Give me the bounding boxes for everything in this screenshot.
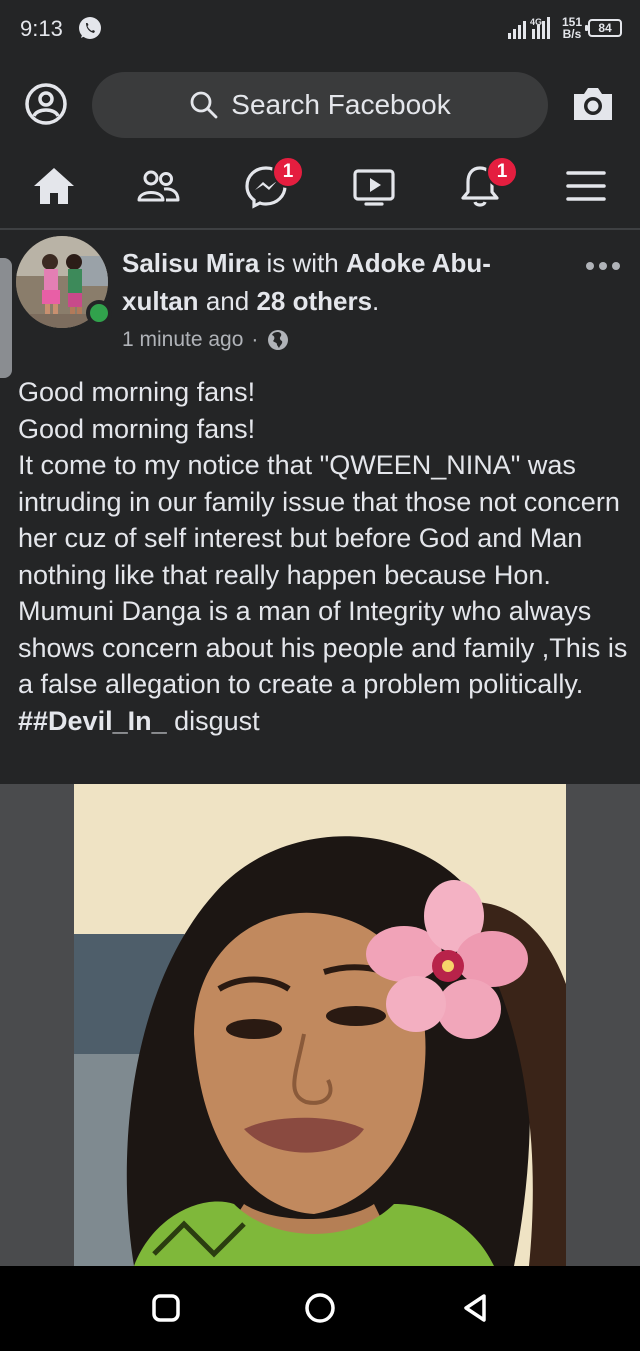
profile-icon[interactable] <box>24 82 68 126</box>
more-options-icon[interactable] <box>584 256 622 276</box>
post-line-3: It come to my notice that "QWEEN_NINA" w… <box>18 450 628 699</box>
status-indicators: 4G 151 B/s 84 <box>507 12 622 44</box>
notifications-badge: 1 <box>486 156 518 188</box>
nav-watch[interactable] <box>350 162 398 210</box>
others-link[interactable]: 28 others <box>256 286 372 316</box>
post-photo <box>74 784 566 1266</box>
and-word: and <box>205 286 250 316</box>
scroll-indicator[interactable] <box>0 258 12 378</box>
friends-icon <box>137 170 180 202</box>
back-icon[interactable] <box>458 1290 494 1326</box>
globe-icon <box>268 330 289 350</box>
nav-notifications[interactable]: 1 <box>456 156 518 210</box>
with-word: is with <box>266 248 339 278</box>
portrait-illustration <box>74 784 566 1266</box>
whatsapp-icon <box>79 17 101 39</box>
top-bar: Search Facebook <box>0 66 640 142</box>
recents-icon[interactable] <box>148 1290 184 1326</box>
post-body: Good morning fans! Good morning fans! It… <box>18 374 628 739</box>
post-meta: 1 minute ago · <box>122 328 290 352</box>
messenger-badge: 1 <box>272 156 304 188</box>
camera-icon[interactable] <box>570 82 616 126</box>
video-icon <box>353 169 395 206</box>
home-button-icon[interactable] <box>302 1290 338 1326</box>
post-timestamp[interactable]: 1 minute ago <box>122 328 243 352</box>
nav-menu[interactable] <box>562 162 610 210</box>
hashtag-link[interactable]: ##Devil_In_ <box>18 706 167 736</box>
nav-home[interactable] <box>30 162 78 210</box>
post-line-2: Good morning fans! <box>18 413 256 444</box>
main-nav: 1 1 <box>0 150 640 230</box>
post-image[interactable] <box>0 784 640 1266</box>
post-hashtag-line: ##Devil_In_ disgust <box>18 703 628 740</box>
nav-messenger[interactable]: 1 <box>242 156 304 210</box>
status-bar: 9:13 4G 151 B/s 84 <box>0 0 640 56</box>
home-icon <box>34 168 74 204</box>
status-time: 9:13 <box>20 16 63 41</box>
network-type-label: 4G <box>530 17 542 27</box>
header-period: . <box>372 286 380 316</box>
post-header: Salisu Mira is with Adoke Abu-xultan and… <box>122 244 562 320</box>
net-speed: 151 B/s <box>562 16 582 40</box>
author-name[interactable]: Salisu Mira <box>122 248 259 278</box>
signal-icon: 4G <box>507 17 550 39</box>
nav-friends[interactable] <box>134 162 182 210</box>
online-status-dot <box>86 300 112 326</box>
hamburger-menu-icon <box>566 171 606 201</box>
system-navigation-bar <box>0 1266 640 1351</box>
net-speed-unit: B/s <box>562 27 582 41</box>
battery-indicator: 84 <box>585 19 622 37</box>
post-line-1: Good morning fans! <box>18 377 256 407</box>
hashtag-tail: disgust <box>166 705 260 736</box>
search-placeholder: Search Facebook <box>231 89 451 120</box>
search-icon <box>190 91 218 119</box>
meta-separator: · <box>251 328 259 351</box>
search-bar[interactable]: Search Facebook <box>92 72 548 138</box>
